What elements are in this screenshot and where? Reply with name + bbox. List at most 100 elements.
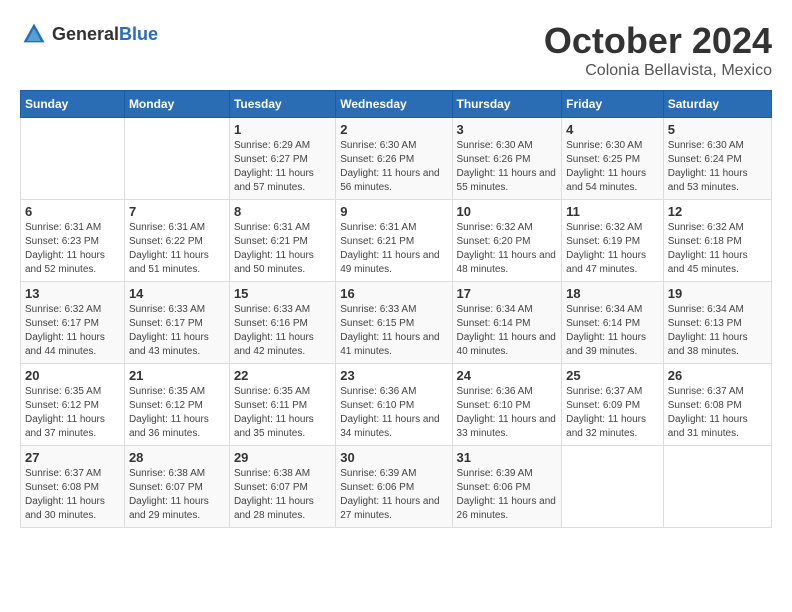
calendar-cell: 11 Sunrise: 6:32 AMSunset: 6:19 PMDayligh… <box>562 200 664 282</box>
day-info: Sunrise: 6:34 AMSunset: 6:14 PMDaylight:… <box>457 303 558 359</box>
day-info: Sunrise: 6:30 AMSunset: 6:26 PMDaylight:… <box>340 139 447 195</box>
day-info: Sunrise: 6:30 AMSunset: 6:25 PMDaylight:… <box>566 139 659 195</box>
day-number: 11 <box>566 204 659 219</box>
day-info: Sunrise: 6:38 AMSunset: 6:07 PMDaylight:… <box>129 467 225 523</box>
logo-icon <box>20 20 48 48</box>
day-number: 9 <box>340 204 447 219</box>
calendar-cell: 27Sunrise: 6:37 AMSunset: 6:08 PMDayligh… <box>21 446 125 528</box>
calendar-cell: 29 Sunrise: 6:38 AMSunset: 6:07 PMDayligh… <box>229 446 335 528</box>
calendar-cell: 2Sunrise: 6:30 AMSunset: 6:26 PMDaylight… <box>336 118 452 200</box>
day-info: Sunrise: 6:37 AMSunset: 6:09 PMDaylight:… <box>566 385 659 441</box>
calendar-cell: 10 Sunrise: 6:32 AMSunset: 6:20 PMDayligh… <box>452 200 562 282</box>
calendar-cell: 24 Sunrise: 6:36 AMSunset: 6:10 PMDayligh… <box>452 364 562 446</box>
day-number: 13 <box>25 286 120 301</box>
day-number: 1 <box>234 122 331 137</box>
day-number: 31 <box>457 450 558 465</box>
calendar-cell: 3Sunrise: 6:30 AMSunset: 6:26 PMDaylight… <box>452 118 562 200</box>
day-number: 10 <box>457 204 558 219</box>
logo-text-general: General <box>52 24 119 44</box>
day-number: 3 <box>457 122 558 137</box>
calendar-cell: 13 Sunrise: 6:32 AMSunset: 6:17 PMDayligh… <box>21 282 125 364</box>
calendar-cell: 6Sunrise: 6:31 AMSunset: 6:23 PMDaylight… <box>21 200 125 282</box>
day-info: Sunrise: 6:36 AMSunset: 6:10 PMDaylight:… <box>457 385 558 441</box>
calendar-cell: 9 Sunrise: 6:31 AMSunset: 6:21 PMDaylight… <box>336 200 452 282</box>
day-info: Sunrise: 6:31 AMSunset: 6:21 PMDaylight:… <box>234 221 331 277</box>
logo-text-blue: Blue <box>119 24 158 44</box>
day-number: 28 <box>129 450 225 465</box>
calendar-cell: 15 Sunrise: 6:33 AMSunset: 6:16 PMDayligh… <box>229 282 335 364</box>
logo: GeneralBlue <box>20 20 158 48</box>
calendar-cell: 5 Sunrise: 6:30 AMSunset: 6:24 PMDaylight… <box>663 118 771 200</box>
day-number: 8 <box>234 204 331 219</box>
weekday-header-monday: Monday <box>124 91 229 118</box>
day-info: Sunrise: 6:31 AMSunset: 6:22 PMDaylight:… <box>129 221 225 277</box>
weekday-header-saturday: Saturday <box>663 91 771 118</box>
day-info: Sunrise: 6:38 AMSunset: 6:07 PMDaylight:… <box>234 467 331 523</box>
day-info: Sunrise: 6:37 AMSunset: 6:08 PMDaylight:… <box>668 385 767 441</box>
calendar-cell: 28 Sunrise: 6:38 AMSunset: 6:07 PMDayligh… <box>124 446 229 528</box>
day-number: 18 <box>566 286 659 301</box>
location-subtitle: Colonia Bellavista, Mexico <box>544 62 772 80</box>
day-number: 5 <box>668 122 767 137</box>
day-number: 29 <box>234 450 331 465</box>
calendar-cell <box>663 446 771 528</box>
day-info: Sunrise: 6:30 AMSunset: 6:24 PMDaylight:… <box>668 139 767 195</box>
calendar-cell: 7 Sunrise: 6:31 AMSunset: 6:22 PMDaylight… <box>124 200 229 282</box>
calendar-cell: 4Sunrise: 6:30 AMSunset: 6:25 PMDaylight… <box>562 118 664 200</box>
month-title: October 2024 <box>544 20 772 62</box>
day-number: 16 <box>340 286 447 301</box>
day-info: Sunrise: 6:31 AMSunset: 6:21 PMDaylight:… <box>340 221 447 277</box>
day-info: Sunrise: 6:31 AMSunset: 6:23 PMDaylight:… <box>25 221 120 277</box>
day-number: 30 <box>340 450 447 465</box>
calendar-cell: 12Sunrise: 6:32 AMSunset: 6:18 PMDayligh… <box>663 200 771 282</box>
calendar-week-3: 13 Sunrise: 6:32 AMSunset: 6:17 PMDayligh… <box>21 282 772 364</box>
day-number: 25 <box>566 368 659 383</box>
calendar-cell <box>21 118 125 200</box>
title-area: October 2024 Colonia Bellavista, Mexico <box>544 20 772 80</box>
weekday-header-sunday: Sunday <box>21 91 125 118</box>
day-info: Sunrise: 6:29 AMSunset: 6:27 PMDaylight:… <box>234 139 331 195</box>
day-number: 24 <box>457 368 558 383</box>
calendar-cell: 8 Sunrise: 6:31 AMSunset: 6:21 PMDaylight… <box>229 200 335 282</box>
day-number: 22 <box>234 368 331 383</box>
day-number: 21 <box>129 368 225 383</box>
day-number: 7 <box>129 204 225 219</box>
weekday-header-friday: Friday <box>562 91 664 118</box>
day-number: 26 <box>668 368 767 383</box>
calendar-cell: 19Sunrise: 6:34 AMSunset: 6:13 PMDayligh… <box>663 282 771 364</box>
weekday-row: SundayMondayTuesdayWednesdayThursdayFrid… <box>21 91 772 118</box>
day-number: 14 <box>129 286 225 301</box>
day-info: Sunrise: 6:32 AMSunset: 6:20 PMDaylight:… <box>457 221 558 277</box>
calendar-cell <box>124 118 229 200</box>
calendar-cell: 21 Sunrise: 6:35 AMSunset: 6:12 PMDayligh… <box>124 364 229 446</box>
day-number: 23 <box>340 368 447 383</box>
day-info: Sunrise: 6:32 AMSunset: 6:17 PMDaylight:… <box>25 303 120 359</box>
day-info: Sunrise: 6:39 AMSunset: 6:06 PMDaylight:… <box>457 467 558 523</box>
day-info: Sunrise: 6:33 AMSunset: 6:17 PMDaylight:… <box>129 303 225 359</box>
calendar-table: SundayMondayTuesdayWednesdayThursdayFrid… <box>20 90 772 528</box>
header: GeneralBlue October 2024 Colonia Bellavi… <box>20 20 772 80</box>
calendar-week-5: 27Sunrise: 6:37 AMSunset: 6:08 PMDayligh… <box>21 446 772 528</box>
calendar-cell: 26 Sunrise: 6:37 AMSunset: 6:08 PMDayligh… <box>663 364 771 446</box>
calendar-cell: 18Sunrise: 6:34 AMSunset: 6:14 PMDayligh… <box>562 282 664 364</box>
calendar-cell: 20Sunrise: 6:35 AMSunset: 6:12 PMDayligh… <box>21 364 125 446</box>
day-number: 15 <box>234 286 331 301</box>
day-info: Sunrise: 6:36 AMSunset: 6:10 PMDaylight:… <box>340 385 447 441</box>
day-info: Sunrise: 6:32 AMSunset: 6:19 PMDaylight:… <box>566 221 659 277</box>
day-info: Sunrise: 6:35 AMSunset: 6:12 PMDaylight:… <box>129 385 225 441</box>
day-number: 17 <box>457 286 558 301</box>
day-info: Sunrise: 6:32 AMSunset: 6:18 PMDaylight:… <box>668 221 767 277</box>
calendar-cell: 14 Sunrise: 6:33 AMSunset: 6:17 PMDayligh… <box>124 282 229 364</box>
day-info: Sunrise: 6:33 AMSunset: 6:16 PMDaylight:… <box>234 303 331 359</box>
day-number: 20 <box>25 368 120 383</box>
calendar-cell: 25 Sunrise: 6:37 AMSunset: 6:09 PMDayligh… <box>562 364 664 446</box>
calendar-cell: 22Sunrise: 6:35 AMSunset: 6:11 PMDayligh… <box>229 364 335 446</box>
day-number: 27 <box>25 450 120 465</box>
calendar-week-1: 1 Sunrise: 6:29 AMSunset: 6:27 PMDaylight… <box>21 118 772 200</box>
day-info: Sunrise: 6:33 AMSunset: 6:15 PMDaylight:… <box>340 303 447 359</box>
weekday-header-tuesday: Tuesday <box>229 91 335 118</box>
calendar-cell: 30Sunrise: 6:39 AMSunset: 6:06 PMDayligh… <box>336 446 452 528</box>
calendar-body: 1 Sunrise: 6:29 AMSunset: 6:27 PMDaylight… <box>21 118 772 528</box>
weekday-header-wednesday: Wednesday <box>336 91 452 118</box>
calendar-week-2: 6Sunrise: 6:31 AMSunset: 6:23 PMDaylight… <box>21 200 772 282</box>
